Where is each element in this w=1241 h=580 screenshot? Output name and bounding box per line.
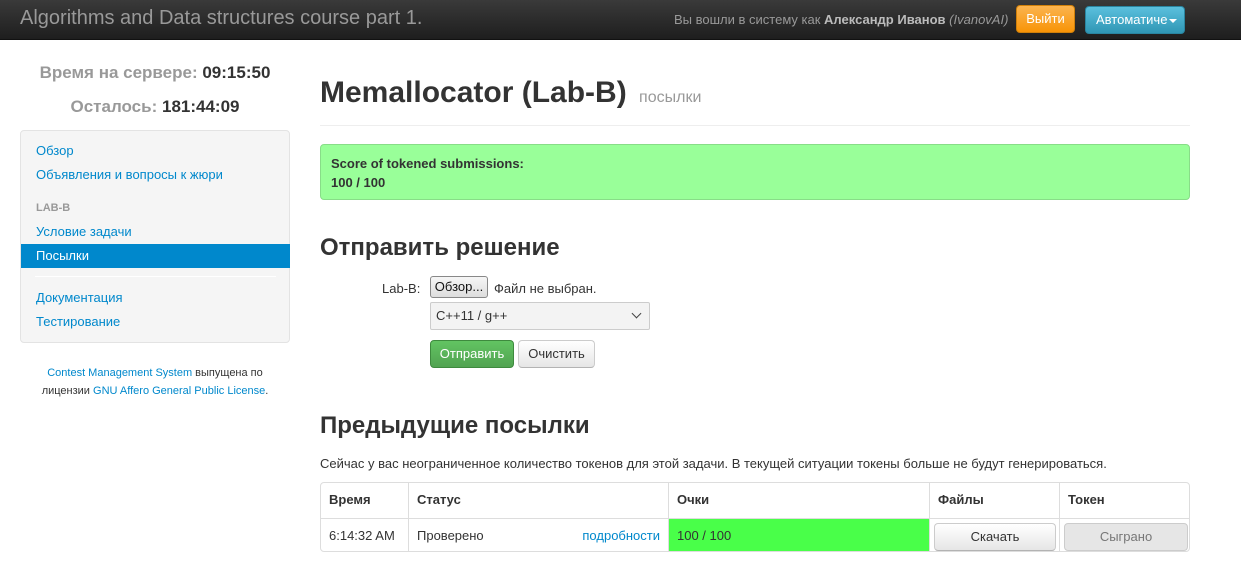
submissions-table: Время Статус Очки Файлы Токен 6:14:32 AM…: [320, 482, 1190, 552]
logout-button[interactable]: Выйти: [1016, 5, 1075, 33]
remaining-label: Осталось:: [70, 97, 158, 116]
app-title[interactable]: Algorithms and Data structures course pa…: [20, 7, 422, 30]
submit-button[interactable]: Отправить: [430, 340, 514, 368]
score-value: 100 / 100: [331, 175, 386, 190]
login-prefix: Вы вошли в систему как: [674, 12, 821, 27]
server-time: Время на сервере: 09:15:50: [20, 63, 290, 83]
page-subtitle: посылки: [639, 89, 702, 106]
footer-text-1: выпущена по: [192, 367, 263, 379]
file-status: Файл не выбран.: [494, 281, 597, 296]
remaining-value: 181:44:09: [161, 97, 240, 116]
top-navbar: Algorithms and Data structures course pa…: [0, 0, 1241, 40]
download-button[interactable]: Скачать: [934, 523, 1056, 551]
cell-status: Проверено подробности: [408, 518, 668, 551]
sidebar-item-overview[interactable]: Обзор: [36, 143, 74, 158]
column-header-status: Статус: [408, 483, 668, 518]
cell-score: 100 / 100: [668, 518, 929, 551]
token-played-button: Сыграно: [1064, 523, 1188, 551]
server-time-label: Время на сервере:: [39, 63, 198, 82]
sidebar-task-header: LAB-B: [36, 202, 71, 214]
page-title: Memallocator (Lab-B) посылки: [320, 76, 701, 110]
task-title: Memallocator (Lab-B): [320, 76, 627, 109]
column-header-score: Очки: [668, 483, 929, 518]
footer-text-2: лицензии: [41, 385, 94, 397]
title-divider: [320, 125, 1190, 126]
sidebar-item-announcements[interactable]: Объявления и вопросы к жюри: [36, 167, 223, 182]
column-header-time: Время: [329, 492, 371, 507]
sidebar-divider: [35, 276, 276, 277]
language-label: Автоматиче: [1096, 12, 1168, 27]
caret-down-icon: [1169, 19, 1177, 23]
user-login: (IvanovAI): [949, 12, 1009, 27]
score-alert: Score of tokened submissions: 100 / 100: [320, 144, 1190, 200]
sidebar-item-documentation[interactable]: Документация: [36, 290, 123, 305]
sidebar-nav: Обзор Объявления и вопросы к жюри LAB-B …: [20, 130, 290, 343]
previous-submissions-heading: Предыдущие посылки: [320, 412, 590, 439]
browse-button[interactable]: Обзор...: [430, 276, 488, 298]
submit-heading: Отправить решение: [320, 234, 560, 261]
column-header-files: Файлы: [929, 483, 1059, 518]
cell-files: Скачать: [929, 518, 1059, 551]
sidebar-item-statement[interactable]: Условие задачи: [36, 224, 132, 239]
chevron-down-icon: [631, 308, 642, 319]
sidebar-item-submissions[interactable]: Посылки: [21, 244, 290, 268]
language-select-value: C++11 / g++: [436, 308, 508, 323]
status-text: Проверено: [417, 528, 484, 543]
sidebar-item-label: Посылки: [36, 248, 89, 263]
user-name: Александр Иванов: [824, 12, 946, 27]
token-info: Сейчас у вас неограниченное количество т…: [320, 456, 1107, 471]
login-info: Вы вошли в систему как Александр Иванов …: [674, 12, 1008, 27]
score-label: Score of tokened submissions:: [331, 156, 524, 171]
remaining-time: Осталось: 181:44:09: [20, 97, 290, 117]
language-select[interactable]: C++11 / g++: [430, 302, 650, 330]
license-note: Contest Management System выпущена по ли…: [20, 364, 290, 400]
server-time-value: 09:15:50: [202, 63, 271, 82]
sidebar-item-testing[interactable]: Тестирование: [36, 314, 120, 329]
cell-token: Сыграно: [1059, 518, 1189, 551]
cell-time: 6:14:32 AM: [321, 518, 408, 551]
license-link[interactable]: GNU Affero General Public License: [93, 385, 265, 397]
language-dropdown[interactable]: Автоматиче: [1085, 6, 1185, 34]
file-label: Lab-B:: [382, 281, 421, 296]
clear-button[interactable]: Очистить: [518, 340, 595, 368]
details-link[interactable]: подробности: [582, 528, 660, 543]
cms-link[interactable]: Contest Management System: [47, 367, 192, 379]
column-header-token: Токен: [1059, 483, 1189, 518]
footer-text-3: .: [265, 385, 269, 397]
